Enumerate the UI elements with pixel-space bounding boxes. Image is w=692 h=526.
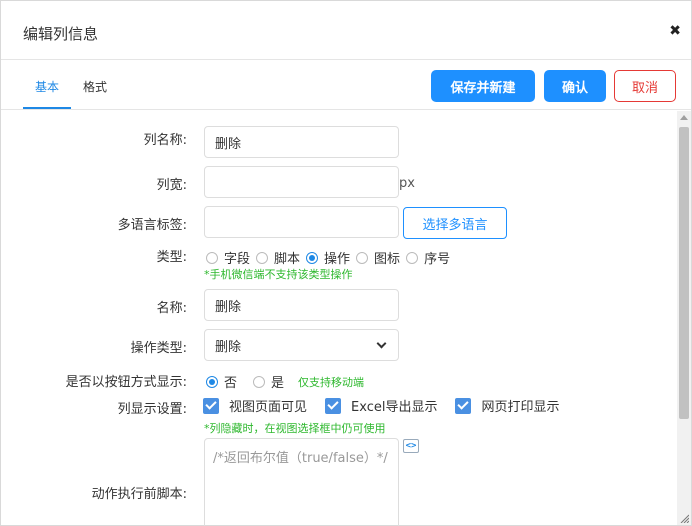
type-radio-group: 字段 脚本 操作 图标 序号 (206, 248, 456, 267)
column-name-label: 列名称: (143, 133, 187, 148)
web-print-checkbox[interactable]: 网页打印显示 (455, 396, 559, 415)
action-type-value: 删除 (215, 339, 242, 355)
radio-checked-icon (306, 251, 319, 264)
i18n-label-input[interactable] (204, 206, 399, 238)
dialog-header: 编辑列信息 ✖ (1, 1, 691, 60)
button-display-label: 是否以按钮方式显示: (65, 375, 187, 390)
name-input[interactable]: 删除 (204, 289, 399, 321)
confirm-button[interactable]: 确认 (544, 70, 606, 102)
resize-grip-icon[interactable] (679, 513, 689, 523)
radio-icon (253, 375, 266, 388)
type-option-action[interactable]: 操作 (306, 248, 350, 267)
save-and-new-button[interactable]: 保存并新建 (431, 70, 535, 102)
close-icon[interactable]: ✖ (669, 23, 681, 39)
radio-checked-icon (206, 375, 218, 388)
cancel-button[interactable]: 取消 (614, 70, 676, 102)
type-hint: *手机微信端不支持该类型操作 (204, 268, 353, 281)
code-editor-icon[interactable]: <> (403, 439, 419, 453)
scrollbar-thumb[interactable] (679, 127, 689, 419)
checkbox-checked-icon (203, 397, 219, 414)
button-display-radio-group: 否 是 仅支持移动端 (206, 372, 364, 391)
button-display-hint: 仅支持移动端 (298, 375, 365, 389)
button-display-yes[interactable]: 是 (253, 372, 284, 391)
excel-export-checkbox[interactable]: Excel导出显示 (325, 396, 437, 415)
edit-column-dialog: 编辑列信息 ✖ 基本 格式 保存并新建 确认 取消 列名称: 删除 列宽: px… (0, 0, 692, 526)
column-width-input[interactable] (204, 166, 399, 198)
scroll-up-arrow-icon[interactable] (680, 115, 688, 120)
radio-icon (206, 251, 218, 264)
column-width-unit: px (399, 176, 415, 191)
radio-icon (356, 251, 369, 264)
checkbox-checked-icon (455, 397, 472, 414)
radio-icon (406, 251, 419, 264)
column-width-label: 列宽: (156, 178, 187, 193)
type-option-icon[interactable]: 图标 (356, 248, 400, 267)
name-label: 名称: (156, 301, 187, 316)
checkbox-checked-icon (325, 397, 342, 414)
radio-icon (256, 251, 269, 264)
button-display-no[interactable]: 否 (206, 372, 237, 391)
select-language-button[interactable]: 选择多语言 (403, 207, 507, 239)
column-display-checkboxes: 视图页面可见 Excel导出显示 网页打印显示 (203, 396, 577, 415)
i18n-label-label: 多语言标签: (117, 218, 187, 233)
dialog-title: 编辑列信息 (23, 25, 99, 43)
pre-script-textarea[interactable]: /*返回布尔值（true/false）*/ (204, 438, 399, 526)
type-option-field[interactable]: 字段 (206, 248, 250, 267)
tab-format[interactable]: 格式 (83, 78, 107, 95)
column-display-hint: *列隐藏时，在视图选择框中仍可使用 (204, 422, 386, 435)
column-display-label: 列显示设置: (117, 402, 187, 417)
action-type-label: 操作类型: (130, 341, 187, 356)
action-type-select[interactable]: 删除 (204, 329, 399, 361)
tab-basic[interactable]: 基本 (35, 78, 59, 95)
view-visible-checkbox[interactable]: 视图页面可见 (203, 396, 307, 415)
chevron-down-icon (376, 338, 387, 348)
type-option-script[interactable]: 脚本 (256, 248, 300, 267)
type-option-serial[interactable]: 序号 (406, 248, 450, 267)
active-tab-indicator (23, 107, 71, 109)
pre-script-label: 动作执行前脚本: (91, 487, 187, 502)
column-name-input[interactable]: 删除 (204, 126, 399, 158)
type-label: 类型: (156, 250, 187, 265)
